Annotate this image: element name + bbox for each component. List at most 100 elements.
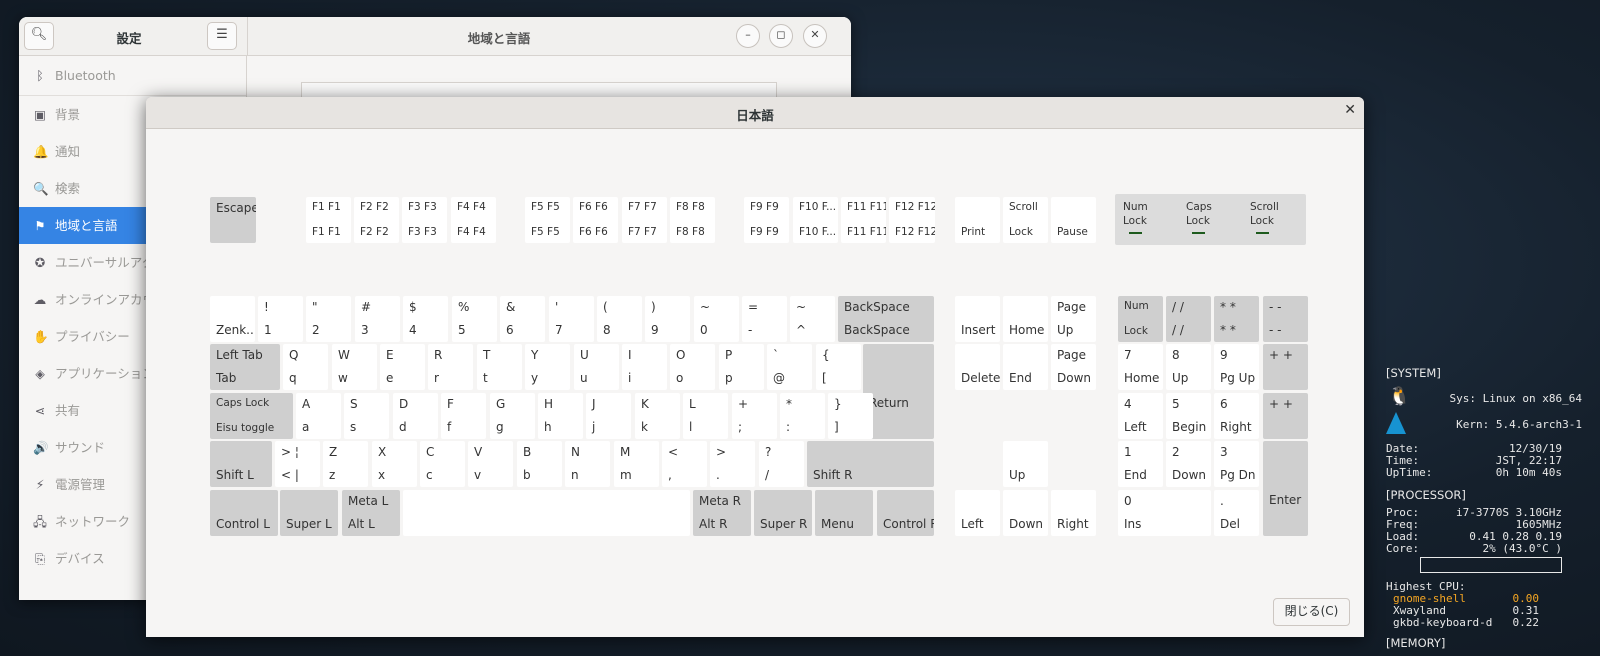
key-row2-5[interactable]: Tt (477, 344, 522, 390)
key-numpad-15[interactable]: Enter (1263, 441, 1308, 536)
key-row4-1[interactable]: > ¦ < | (275, 441, 320, 487)
key-row3-3[interactable]: Dd (393, 393, 438, 439)
key-numpad-1[interactable]: / / / / (1166, 296, 1211, 342)
key-function_row-6[interactable]: F6 F6 F6 F6 (573, 197, 618, 243)
key-row4-6[interactable]: Bb (517, 441, 562, 487)
maximize-button[interactable]: ◻ (769, 24, 793, 48)
key-nav-0[interactable]: Insert (955, 296, 1000, 342)
key-row1-12[interactable]: ~ ^ (790, 296, 835, 342)
key-numpad-11[interactable]: + + (1263, 393, 1308, 439)
key-numpad-13[interactable]: 2 Down (1166, 441, 1211, 487)
key-numpad-4[interactable]: 7 Home (1118, 344, 1163, 390)
key-function_row-13[interactable]: Print (955, 197, 1000, 243)
key-row5-4[interactable]: Meta R Alt R (693, 490, 751, 536)
key-row5-0[interactable]: Control L (210, 490, 278, 536)
key-nav-5[interactable]: Page Down (1051, 344, 1096, 390)
key-row5-2[interactable]: Meta L Alt L (342, 490, 400, 536)
key-row2-6[interactable]: Yy (525, 344, 570, 390)
key-row2-13[interactable]: Return (863, 344, 934, 439)
key-nav-8[interactable]: Down (1003, 490, 1048, 536)
key-row2-10[interactable]: Pp (719, 344, 764, 390)
key-row2-12[interactable]: {[ (816, 344, 861, 390)
dialog-close-icon[interactable]: ✕ (1344, 102, 1356, 118)
key-row1-7[interactable]: ' 7 (549, 296, 594, 342)
key-row1-4[interactable]: $4 (403, 296, 448, 342)
minimize-button[interactable]: – (736, 24, 760, 48)
key-numpad-0[interactable]: Num Lock (1118, 296, 1163, 342)
sidebar-item-0[interactable]: ᛒ Bluetooth (19, 56, 246, 96)
key-row3-5[interactable]: Gg (490, 393, 535, 439)
key-numpad-12[interactable]: 1 End (1118, 441, 1163, 487)
key-row1-10[interactable]: ~0 (694, 296, 739, 342)
key-row4-0[interactable]: Shift L (210, 441, 272, 487)
key-function_row-15[interactable]: Pause (1051, 197, 1096, 243)
key-function_row-1[interactable]: F1 F1 F1 F1 (306, 197, 351, 243)
key-row5-1[interactable]: Super L (280, 490, 338, 536)
key-row4-11[interactable]: ? / (759, 441, 804, 487)
key-row2-8[interactable]: Ii (622, 344, 667, 390)
key-row3-4[interactable]: Ff (441, 393, 486, 439)
key-numpad-16[interactable]: 0 Ins (1118, 490, 1211, 536)
key-row3-12[interactable]: }] (828, 393, 873, 439)
key-row4-12[interactable]: Shift R (807, 441, 934, 487)
key-nav-6[interactable]: Up (1003, 441, 1048, 487)
key-nav-1[interactable]: Home (1003, 296, 1048, 342)
key-row2-0[interactable]: Left Tab Tab (210, 344, 280, 390)
key-row5-3[interactable] (403, 490, 690, 536)
key-row4-7[interactable]: Nn (565, 441, 610, 487)
menu-button[interactable]: ☰ (207, 22, 237, 50)
key-function_row-14[interactable]: Scroll Lock (1003, 197, 1048, 243)
search-button[interactable]: 🔍︎ (24, 22, 54, 50)
key-numpad-8[interactable]: 4 Left (1118, 393, 1163, 439)
key-function_row-4[interactable]: F4 F4 F4 F4 (451, 197, 496, 243)
key-row1-11[interactable]: = - (742, 296, 787, 342)
key-row3-8[interactable]: Kk (635, 393, 680, 439)
key-row3-1[interactable]: Aa (296, 393, 341, 439)
key-row4-3[interactable]: Xx (372, 441, 417, 487)
key-function_row-3[interactable]: F3 F3 F3 F3 (402, 197, 447, 243)
key-row3-11[interactable]: *: (780, 393, 825, 439)
key-row1-6[interactable]: & 6 (500, 296, 545, 342)
key-row2-4[interactable]: Rr (428, 344, 473, 390)
key-row3-2[interactable]: Ss (344, 393, 389, 439)
key-function_row-2[interactable]: F2 F2 F2 F2 (354, 197, 399, 243)
close-button[interactable]: ✕ (803, 24, 827, 48)
key-row1-3[interactable]: #3 (355, 296, 400, 342)
key-row5-6[interactable]: Menu (815, 490, 873, 536)
key-function_row-12[interactable]: F12 F12 F12 F12 (889, 197, 935, 243)
key-function_row-7[interactable]: F7 F7 F7 F7 (622, 197, 667, 243)
close-dialog-button[interactable]: 閉じる(C) (1273, 598, 1350, 626)
key-row4-5[interactable]: Vv (468, 441, 513, 487)
key-numpad-14[interactable]: 3 Pg Dn (1214, 441, 1259, 487)
key-numpad-2[interactable]: * * * * (1214, 296, 1259, 342)
key-numpad-5[interactable]: 8 Up (1166, 344, 1211, 390)
key-row1-5[interactable]: % 5 (452, 296, 497, 342)
key-function_row-0[interactable]: Escape (210, 197, 256, 243)
key-row1-13[interactable]: BackSpace BackSpace (838, 296, 934, 342)
key-numpad-17[interactable]: . Del (1214, 490, 1259, 536)
key-function_row-10[interactable]: F10 F... F10 F... (793, 197, 838, 243)
key-row2-2[interactable]: Ww (332, 344, 377, 390)
key-row3-6[interactable]: Hh (538, 393, 583, 439)
key-row4-10[interactable]: >. (710, 441, 755, 487)
key-function_row-11[interactable]: F11 F11 F11 F11 (841, 197, 886, 243)
key-row5-5[interactable]: Super R (754, 490, 812, 536)
key-row1-0[interactable]: Zenk... (210, 296, 255, 342)
key-function_row-5[interactable]: F5 F5 F5 F5 (525, 197, 570, 243)
key-nav-7[interactable]: Left (955, 490, 1000, 536)
key-row2-3[interactable]: Ee (380, 344, 425, 390)
key-row1-9[interactable]: ) 9 (645, 296, 690, 342)
key-row1-1[interactable]: ! 1 (258, 296, 303, 342)
key-nav-4[interactable]: End (1003, 344, 1048, 390)
key-row1-8[interactable]: (8 (597, 296, 642, 342)
key-nav-9[interactable]: Right (1051, 490, 1096, 536)
key-nav-3[interactable]: Delete (955, 344, 1000, 390)
key-row2-7[interactable]: Uu (574, 344, 619, 390)
key-row2-11[interactable]: ` @ (767, 344, 812, 390)
key-row3-10[interactable]: +; (732, 393, 777, 439)
key-row3-9[interactable]: Ll (683, 393, 728, 439)
key-numpad-3[interactable]: - - - - (1263, 296, 1308, 342)
key-row5-7[interactable]: Control R (877, 490, 934, 536)
key-numpad-6[interactable]: 9 Pg Up (1214, 344, 1259, 390)
key-function_row-9[interactable]: F9 F9 F9 F9 (744, 197, 789, 243)
